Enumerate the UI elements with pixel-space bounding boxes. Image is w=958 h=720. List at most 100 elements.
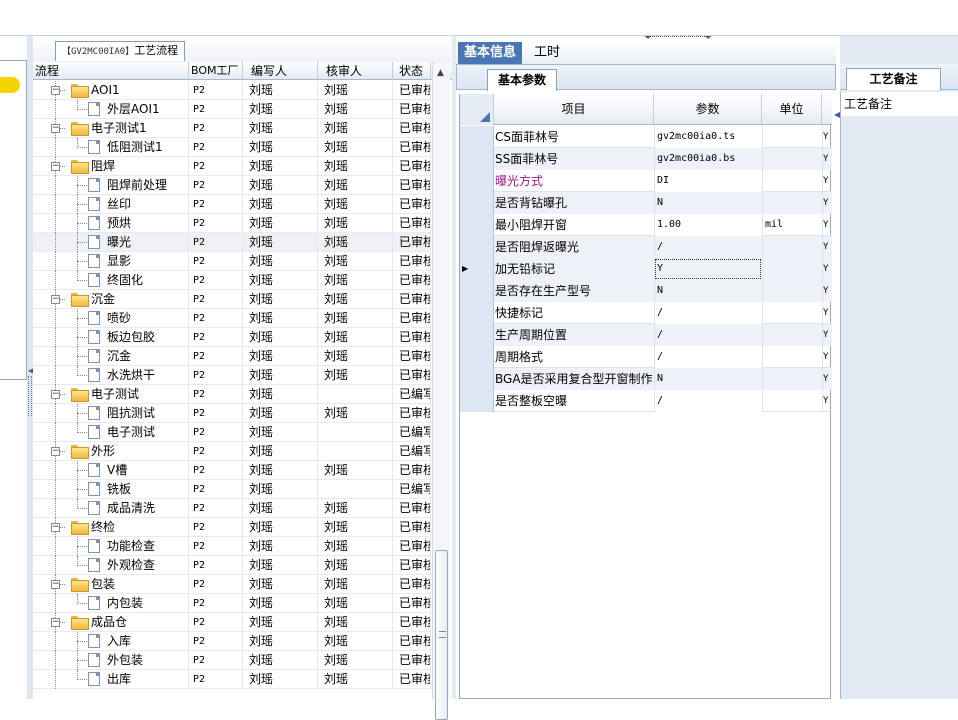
collapse-toggle-icon[interactable]: − — [51, 523, 60, 532]
flow-vertical-scrollbar[interactable]: ▲ — [432, 62, 450, 720]
param-unit[interactable]: mil — [762, 214, 822, 236]
param-value-input[interactable]: / — [654, 390, 762, 412]
flow-row[interactable]: 阻焊前处理 P2 刘瑶 刘瑶 已审核 — [33, 176, 431, 195]
process-notes-area[interactable] — [840, 116, 958, 699]
param-unit[interactable] — [762, 302, 822, 324]
param-value-input[interactable]: gv2mc00ia0.ts — [654, 126, 762, 148]
flow-row[interactable]: 功能检查 P2 刘瑶 刘瑶 已审核 — [33, 537, 431, 556]
param-row[interactable]: SS面菲林号 gv2mc00ia0.bs Y — [460, 148, 832, 170]
param-row[interactable]: 最小阻焊开窗 1.00 mil Y — [460, 214, 832, 236]
row-indicator[interactable] — [460, 324, 494, 346]
flow-row[interactable]: 低阻测试1 P2 刘瑶 刘瑶 已审核 — [33, 138, 431, 157]
param-value-input[interactable]: / — [654, 324, 762, 346]
scroll-up-arrow-icon[interactable]: ▲ — [437, 68, 444, 78]
col-header-flow[interactable]: 流程 — [33, 62, 189, 80]
param-unit[interactable] — [762, 280, 822, 302]
col-header-bom[interactable]: BOM工厂 — [189, 62, 243, 80]
flow-row[interactable]: − 沉金 P2 刘瑶 刘瑶 已审核 — [33, 290, 431, 309]
col-header-param[interactable]: 参数 — [654, 94, 762, 125]
flow-row[interactable]: 电子测试 P2 刘瑶 已编写 — [33, 423, 431, 442]
row-indicator[interactable] — [460, 126, 494, 148]
tab-process-flow[interactable]: 【GV2MC00IA0】工艺流程 — [55, 41, 186, 61]
param-row[interactable]: BGA是否采用复合型开窗制作 N Y — [460, 368, 832, 390]
col-header-item[interactable]: 项目 — [494, 94, 654, 125]
flow-row[interactable]: 成品清洗 P2 刘瑶 刘瑶 已审核 — [33, 499, 431, 518]
flow-row[interactable]: 显影 P2 刘瑶 刘瑶 已审核 — [33, 252, 431, 271]
param-value-input[interactable]: N — [654, 280, 762, 302]
flow-row[interactable]: 外包装 P2 刘瑶 刘瑶 已审核 — [33, 651, 431, 670]
row-indicator[interactable] — [460, 368, 494, 390]
tab-basic-params[interactable]: 基本参数 — [487, 69, 558, 91]
flow-row[interactable]: 曝光 P2 刘瑶 刘瑶 已审核 — [33, 233, 431, 252]
tab-work-hours[interactable]: 工时 — [528, 42, 566, 64]
param-unit[interactable] — [762, 390, 822, 412]
flow-row[interactable]: 外层AOI1 P2 刘瑶 刘瑶 已审核 — [33, 100, 431, 119]
flow-row[interactable]: 外观检查 P2 刘瑶 刘瑶 已审核 — [33, 556, 431, 575]
row-indicator[interactable] — [460, 280, 494, 302]
tab-basic-info[interactable]: 基本信息 — [458, 42, 523, 64]
scroll-thumb[interactable] — [435, 550, 448, 720]
flow-row[interactable]: − 阻焊 P2 刘瑶 刘瑶 已审核 — [33, 157, 431, 176]
param-row[interactable]: 是否整板空曝 / Y — [460, 390, 832, 412]
param-row[interactable]: ▶ 加无铅标记 Y Y — [460, 258, 832, 280]
flow-row[interactable]: 板边包胶 P2 刘瑶 刘瑶 已审核 — [33, 328, 431, 347]
collapse-toggle-icon[interactable]: − — [51, 295, 60, 304]
collapse-toggle-icon[interactable]: − — [51, 580, 60, 589]
collapse-toggle-icon[interactable]: − — [51, 390, 60, 399]
col-header-writer[interactable]: 编写人 — [243, 62, 318, 80]
param-value-input[interactable]: 1.00 — [654, 214, 762, 236]
row-indicator[interactable] — [460, 214, 494, 236]
flow-row[interactable]: − AOI1 P2 刘瑶 刘瑶 已审核 — [33, 81, 431, 100]
param-value-input[interactable]: / — [654, 346, 762, 368]
notification-bubble-icon[interactable] — [0, 77, 20, 93]
param-unit[interactable] — [762, 324, 822, 346]
flow-row[interactable]: 喷砂 P2 刘瑶 刘瑶 已审核 — [33, 309, 431, 328]
tab-process-notes[interactable]: 工艺备注 — [846, 68, 941, 90]
flow-row[interactable]: − 终检 P2 刘瑶 刘瑶 已审核 — [33, 518, 431, 537]
row-indicator[interactable] — [460, 148, 494, 170]
collapse-toggle-icon[interactable]: − — [51, 162, 60, 171]
flow-row[interactable]: 出库 P2 刘瑶 刘瑶 已审核 — [33, 670, 431, 689]
param-unit[interactable] — [762, 148, 822, 170]
param-row[interactable]: 快捷标记 / Y — [460, 302, 832, 324]
row-indicator[interactable] — [460, 236, 494, 258]
flow-row[interactable]: 阻抗测试 P2 刘瑶 刘瑶 已审核 — [33, 404, 431, 423]
collapse-toggle-icon[interactable]: − — [51, 124, 60, 133]
row-indicator[interactable] — [460, 302, 494, 324]
flow-row[interactable]: 终固化 P2 刘瑶 刘瑶 已审核 — [33, 271, 431, 290]
row-indicator[interactable]: ▶ — [460, 258, 494, 280]
param-row[interactable]: 周期格式 / Y — [460, 346, 832, 368]
param-unit[interactable] — [762, 346, 822, 368]
flow-row[interactable]: − 电子测试 P2 刘瑶 已编写 — [33, 385, 431, 404]
flow-row[interactable]: − 包装 P2 刘瑶 刘瑶 已审核 — [33, 575, 431, 594]
flow-row[interactable]: − 成品仓 P2 刘瑶 刘瑶 已审核 — [33, 613, 431, 632]
flow-row[interactable]: 预烘 P2 刘瑶 刘瑶 已审核 — [33, 214, 431, 233]
param-unit[interactable] — [762, 170, 822, 192]
flow-row[interactable]: 内包装 P2 刘瑶 刘瑶 已审核 — [33, 594, 431, 613]
param-unit[interactable] — [762, 192, 822, 214]
collapse-toggle-icon[interactable]: − — [51, 86, 60, 95]
param-value-input[interactable]: gv2mc00ia0.bs — [654, 148, 762, 170]
flow-row[interactable]: − 外形 P2 刘瑶 已编写 — [33, 442, 431, 461]
collapse-toggle-icon[interactable]: − — [51, 618, 60, 627]
col-header-reviewer[interactable]: 核审人 — [318, 62, 393, 80]
flow-row[interactable]: 沉金 P2 刘瑶 刘瑶 已审核 — [33, 347, 431, 366]
flow-row[interactable]: 入库 P2 刘瑶 刘瑶 已审核 — [33, 632, 431, 651]
param-value-input[interactable]: Y — [654, 258, 762, 280]
flow-row[interactable]: 水洗烘干 P2 刘瑶 刘瑶 已审核 — [33, 366, 431, 385]
param-unit[interactable] — [762, 368, 822, 390]
left-collapsed-panel[interactable] — [0, 60, 27, 380]
row-indicator[interactable] — [460, 390, 494, 412]
row-indicator[interactable] — [460, 192, 494, 214]
param-row[interactable]: 生产周期位置 / Y — [460, 324, 832, 346]
param-value-input[interactable]: / — [654, 236, 762, 258]
param-value-input[interactable]: N — [654, 192, 762, 214]
param-row[interactable]: 曝光方式 DI Y — [460, 170, 832, 192]
row-indicator[interactable] — [460, 170, 494, 192]
top-splitter-grip[interactable] — [645, 36, 711, 40]
flow-row[interactable]: − 电子测试1 P2 刘瑶 刘瑶 已审核 — [33, 119, 431, 138]
flow-row[interactable]: 丝印 P2 刘瑶 刘瑶 已审核 — [33, 195, 431, 214]
row-selector-header[interactable] — [460, 94, 494, 125]
col-header-status[interactable]: 状态 — [393, 62, 431, 80]
param-row[interactable]: 是否阻焊返曝光 / Y — [460, 236, 832, 258]
